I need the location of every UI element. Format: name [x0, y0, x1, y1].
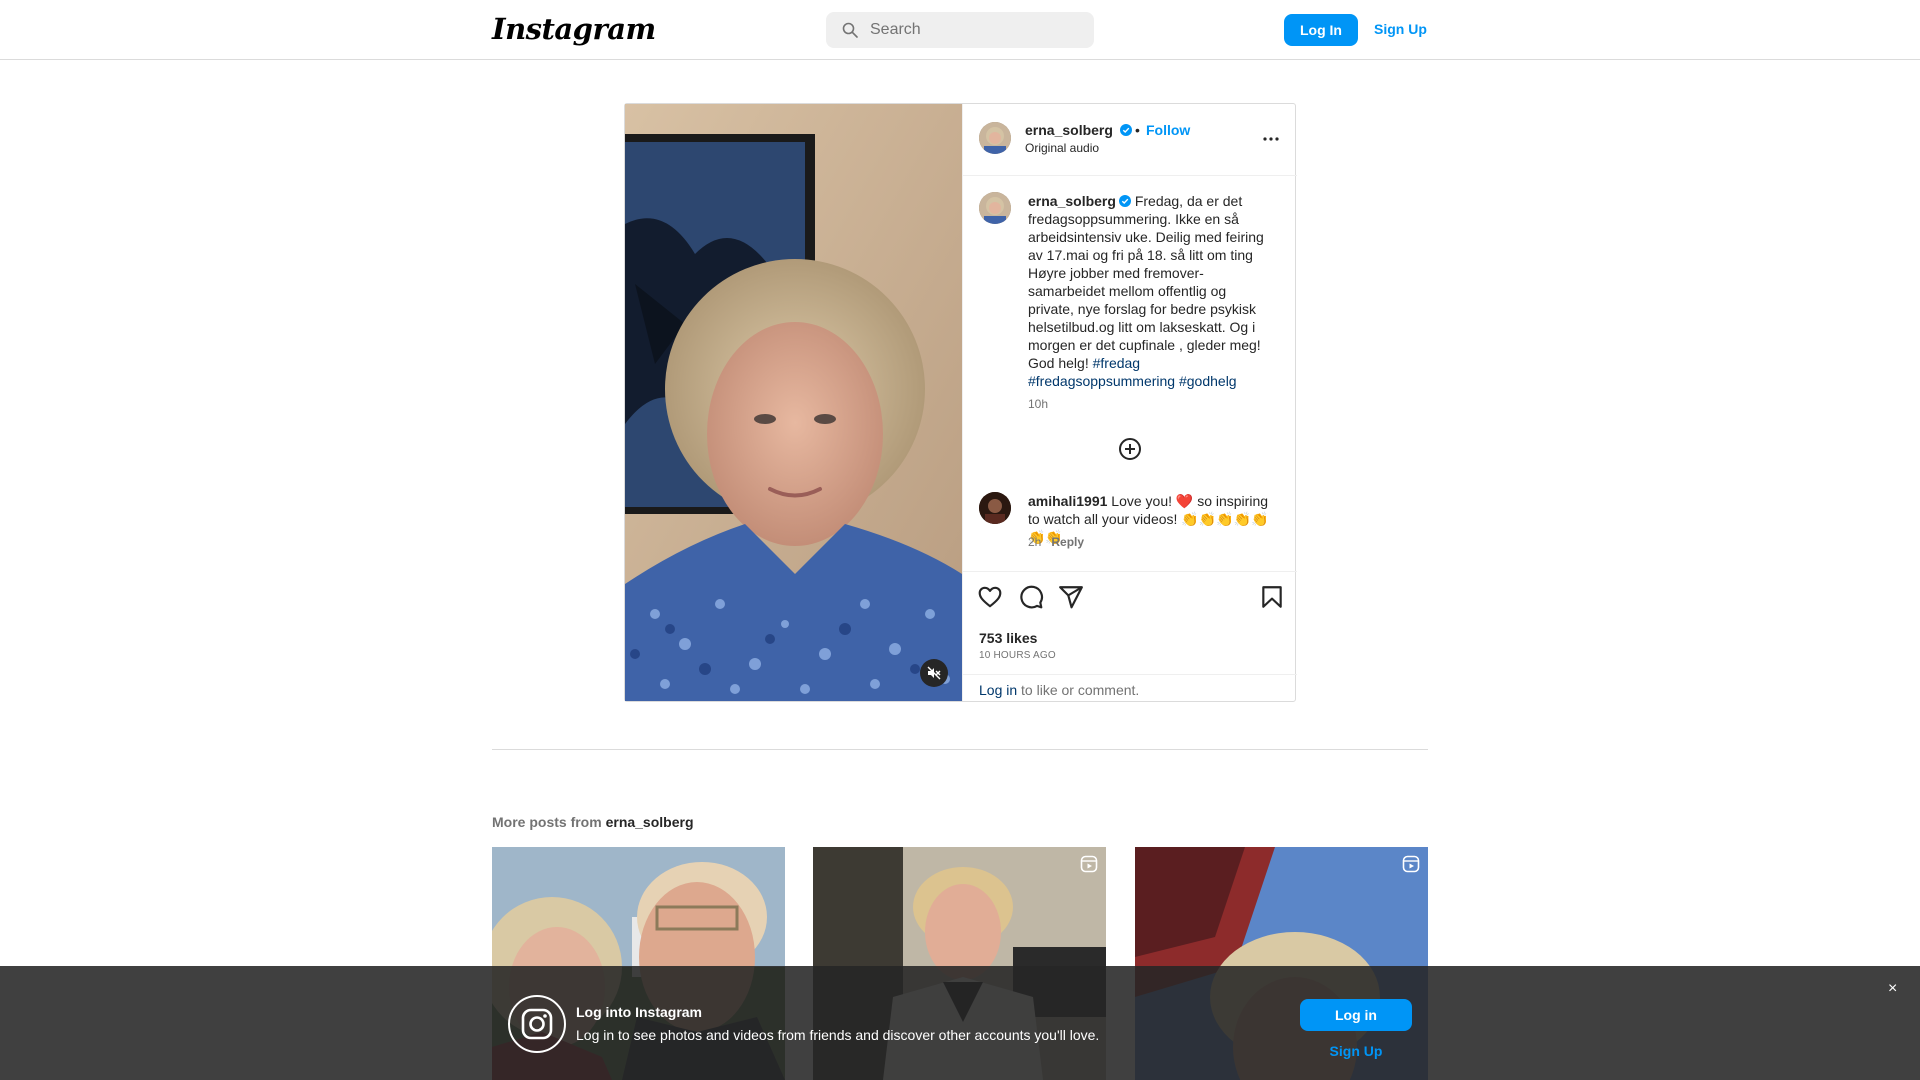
banner-text: Log in to see photos and videos from fri… [576, 1027, 1100, 1043]
login-comment-suffix: to like or comment. [1017, 682, 1140, 698]
more-icon[interactable] [1261, 134, 1281, 144]
banner-login-button[interactable]: Log in [1300, 999, 1412, 1031]
instagram-glyph [521, 1008, 553, 1040]
reel-icon [1080, 855, 1098, 873]
bookmark-icon[interactable] [1259, 584, 1285, 610]
login-to-comment: Log in to like or comment. [963, 674, 1297, 702]
follow-button[interactable]: Follow [1146, 122, 1190, 138]
search-input[interactable] [870, 12, 1080, 48]
add-circle-icon[interactable] [1118, 437, 1142, 461]
close-icon[interactable]: × [1888, 980, 1897, 998]
post-sidebar: erna_solberg • Follow Original audio ern… [962, 104, 1297, 701]
post-caption: erna_solberg Fredag, da er det fredagsop… [1028, 192, 1266, 390]
post-timestamp[interactable]: 10 HOURS AGO [979, 650, 1056, 661]
mute-button[interactable] [920, 659, 948, 687]
verified-icon [1118, 195, 1131, 207]
hashtag-link[interactable]: #godhelg [1179, 373, 1237, 389]
comment-timestamp[interactable]: 2h [1028, 535, 1041, 549]
author-avatar[interactable] [979, 122, 1011, 154]
audio-label[interactable]: Original audio [1025, 141, 1099, 155]
caption-avatar[interactable] [979, 192, 1011, 224]
mute-icon [927, 666, 941, 680]
post-video[interactable] [625, 104, 962, 701]
search-icon [842, 22, 858, 38]
caption-timestamp[interactable]: 10h [1028, 397, 1048, 411]
verified-icon [1119, 124, 1132, 136]
caption-username[interactable]: erna_solberg [1028, 193, 1116, 209]
separator-dot: • [1135, 122, 1140, 138]
likes-count[interactable]: 753 likes [979, 630, 1037, 646]
more-posts-heading: More posts from erna_solberg [492, 814, 694, 830]
top-bar: Instagram Log In Sign Up [0, 0, 1920, 60]
comment-icon[interactable] [1018, 584, 1044, 610]
reel-icon [1402, 855, 1420, 873]
caption-text: Fredag, da er det fredagsoppsummering. I… [1028, 193, 1264, 371]
hashtag-link[interactable]: #fredag [1093, 355, 1140, 371]
signup-link[interactable]: Sign Up [1374, 21, 1427, 37]
login-banner: Log into Instagram Log in to see photos … [0, 966, 1920, 1080]
banner-title: Log into Instagram [576, 1004, 702, 1020]
section-divider [492, 749, 1428, 750]
heart-icon[interactable] [977, 584, 1003, 610]
video-frame [625, 104, 962, 701]
login-link[interactable]: Log in [979, 682, 1017, 698]
search-box[interactable] [826, 12, 1094, 48]
post-actions: 753 likes 10 HOURS AGO Log in to like or… [963, 571, 1297, 701]
post-card: erna_solberg • Follow Original audio ern… [624, 103, 1297, 702]
reply-button[interactable]: Reply [1051, 535, 1084, 549]
avatar-image [979, 492, 1011, 524]
instagram-icon [508, 995, 566, 1053]
comment-meta: 2h Reply [1028, 535, 1084, 549]
login-button[interactable]: Log In [1284, 14, 1358, 46]
avatar-image [979, 122, 1011, 154]
author-username[interactable]: erna_solberg [1025, 122, 1132, 138]
instagram-logo[interactable]: Instagram [492, 12, 656, 46]
share-icon[interactable] [1058, 584, 1084, 610]
post-header: erna_solberg • Follow Original audio [963, 104, 1297, 176]
banner-signup-link[interactable]: Sign Up [1300, 1043, 1412, 1059]
more-posts-username[interactable]: erna_solberg [606, 814, 694, 830]
commenter-avatar[interactable] [979, 492, 1011, 524]
commenter-username[interactable]: amihali1991 [1028, 493, 1107, 509]
hashtag-link[interactable]: #fredagsoppsummering [1028, 373, 1175, 389]
avatar-image [979, 192, 1011, 224]
